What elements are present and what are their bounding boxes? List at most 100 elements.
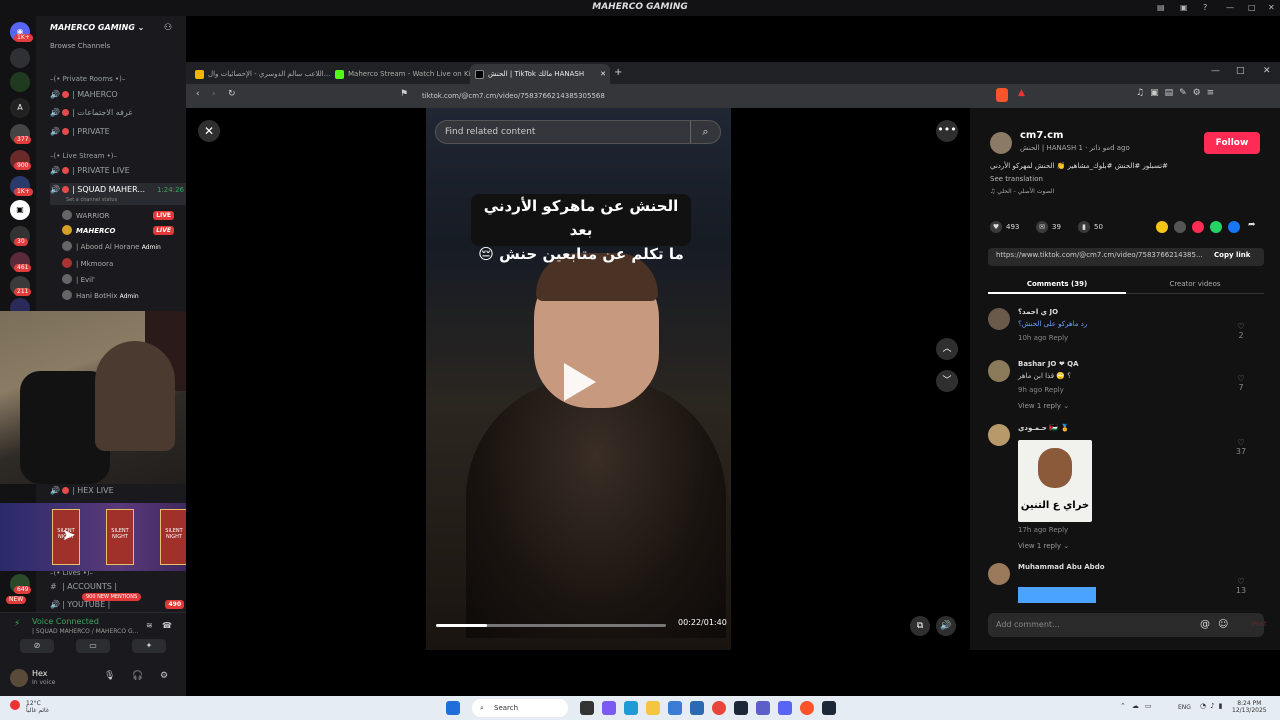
discord-icon[interactable] xyxy=(778,701,792,715)
comment-stat[interactable]: ✉ 39 xyxy=(1036,221,1061,233)
sound-label[interactable]: ♫ الصوت الأصلي - الحلي xyxy=(990,188,1054,195)
comment-author[interactable]: Bashar JO ❤ QA xyxy=(1018,360,1078,368)
avatar[interactable] xyxy=(988,360,1010,382)
author-handle[interactable]: cm7.cm xyxy=(1020,130,1063,141)
clock[interactable]: 8:24 PM 12/13/2025 xyxy=(1232,700,1267,714)
start-icon[interactable] xyxy=(446,701,460,715)
screen-share-icon[interactable]: ▭ xyxy=(76,639,110,653)
voice-channel-label[interactable]: | SQUAD MAHERCO / MAHERCO G... xyxy=(32,628,138,635)
extensions-icon[interactable]: ♫▣▤✎⚙≡ xyxy=(1136,88,1220,98)
more-icon[interactable]: ••• xyxy=(936,120,958,142)
channel-status[interactable]: Set a channel status xyxy=(66,193,117,205)
camera-off-icon[interactable]: ⊘ xyxy=(20,639,54,653)
tray-icons[interactable]: ⌃☁▭ xyxy=(1120,702,1157,710)
edge-icon[interactable] xyxy=(624,701,638,715)
minimize-icon[interactable]: — xyxy=(1226,3,1235,12)
pip-icon[interactable]: ⧉ xyxy=(910,616,930,636)
language-indicator[interactable]: ENG xyxy=(1178,704,1191,711)
store-icon[interactable] xyxy=(690,701,704,715)
mention-icon[interactable]: @ xyxy=(1200,613,1210,637)
see-translation[interactable]: See translation xyxy=(990,175,1043,183)
search-input[interactable]: Find related content ⌕ xyxy=(435,120,721,144)
tab-comments[interactable]: Comments (39) xyxy=(988,276,1126,294)
server-icon[interactable] xyxy=(10,48,30,68)
browse-channels[interactable]: Browse Channels xyxy=(50,42,110,50)
voice-member[interactable]: Hani BotHix Admin xyxy=(62,289,139,303)
settings-icon[interactable]: ⚙ xyxy=(160,671,168,681)
headphones-icon[interactable]: 🎧 xyxy=(132,671,143,681)
comment-author[interactable]: Muhammad Abu Abdo xyxy=(1018,563,1105,571)
tiktok-share-icon[interactable] xyxy=(1192,221,1204,233)
channel-private-live[interactable]: 🔊 | PRIVATE LIVE xyxy=(50,164,190,178)
bookmark-icon[interactable]: ⚑ xyxy=(400,89,408,99)
browser-tab-active[interactable]: الحنش | TikTok مالك HANASH ✕ xyxy=(470,64,610,84)
waveform-icon[interactable]: ≋ xyxy=(146,621,153,630)
maximize-icon[interactable]: □ xyxy=(1248,3,1257,12)
facebook-icon[interactable] xyxy=(1228,221,1240,233)
server-icon[interactable] xyxy=(10,72,30,92)
volume-icon[interactable]: 🔊 xyxy=(936,616,956,636)
voice-member[interactable]: | Abood Al Horane Admin xyxy=(62,240,161,254)
brave-shield-icon[interactable] xyxy=(996,88,1008,102)
server-icon[interactable]: ▣ xyxy=(10,200,30,220)
browser-tab[interactable]: اللاعب سالم الدوسري - الإحصائيات وال... xyxy=(190,64,330,84)
url-field[interactable]: tiktok.com/@cm7.cm/video/758376621438530… xyxy=(422,89,922,103)
mentions-badge[interactable]: 900 NEW MENTIONS xyxy=(82,593,142,601)
channel-private[interactable]: 🔊 | PRIVATE xyxy=(50,125,190,139)
comment-author[interactable]: ي احمد؟ JO xyxy=(1018,308,1058,316)
avatar[interactable] xyxy=(990,132,1012,154)
taskbar-search[interactable]: ⌕ Search xyxy=(472,699,568,717)
search-icon[interactable]: ⌕ xyxy=(690,121,720,143)
channel-squad[interactable]: 🔊 | SQUAD MAHER... 1:24:26 Set a channel st… xyxy=(50,183,190,205)
chrome-icon[interactable] xyxy=(712,701,726,715)
avatar[interactable] xyxy=(988,308,1010,330)
add-member-icon[interactable]: ⚇ xyxy=(164,23,172,33)
weather-widget[interactable]: 12°C غائم غالباً xyxy=(26,700,49,714)
microphone-icon[interactable]: 🎙 xyxy=(104,671,115,681)
copilot-icon[interactable] xyxy=(602,701,616,715)
minimize-icon[interactable]: — xyxy=(1211,66,1220,76)
add-comment-input[interactable]: Add comment... @ ☺ xyxy=(988,613,1264,637)
help-icon[interactable]: ? xyxy=(1203,3,1212,12)
channel-accounts[interactable]: # | ACCOUNTS | xyxy=(50,580,190,594)
browser-tab[interactable]: Maherco Stream - Watch Live on Kick xyxy=(330,64,470,84)
brave-icon[interactable] xyxy=(800,701,814,715)
comment-meta[interactable]: 9h ago Reply xyxy=(1018,386,1064,394)
voice-member[interactable]: WARRIOR LIVE xyxy=(62,209,180,223)
video-player[interactable]: الحنش عن ماهركو الأردني بعد ما تكلم عن م… xyxy=(426,108,731,650)
category-livestream[interactable]: –(• Live Stream •)– xyxy=(50,149,190,163)
emoji-icon[interactable]: ☺ xyxy=(1218,613,1228,637)
tab-creator-videos[interactable]: Creator videos xyxy=(1126,276,1264,294)
avatar[interactable] xyxy=(10,669,28,687)
avatar[interactable] xyxy=(988,424,1010,446)
comment-like[interactable]: ♡ 2 xyxy=(1234,322,1248,340)
close-icon[interactable]: ✕ xyxy=(1268,3,1277,12)
next-video-icon[interactable]: ﹀ xyxy=(936,370,958,392)
user-name[interactable]: Hex xyxy=(32,669,48,678)
task-view-icon[interactable] xyxy=(580,701,594,715)
comment-meta[interactable]: 10h ago Reply xyxy=(1018,334,1068,342)
comment-meta[interactable]: 17h ago Reply xyxy=(1018,526,1068,534)
comment-like[interactable]: ♡ 13 xyxy=(1234,577,1248,595)
voice-member[interactable]: MAHERCO LIVE xyxy=(62,224,180,238)
inbox-icon[interactable]: ▤ xyxy=(1157,3,1166,12)
steam-icon[interactable] xyxy=(822,701,836,715)
comment-author[interactable]: حـمـودي 🇯🇴 🏅 xyxy=(1018,424,1069,432)
reload-icon[interactable]: ↻ xyxy=(228,89,236,99)
channel-maherco[interactable]: 🔊 | MAHERCO xyxy=(50,88,190,102)
channel-meeting[interactable]: 🔊 | غرفه الاجتماعات xyxy=(50,106,190,120)
explorer-icon[interactable] xyxy=(646,701,660,715)
view-replies[interactable]: View 1 reply ⌄ xyxy=(1018,542,1069,550)
avatar[interactable] xyxy=(988,563,1010,585)
voice-connected-label[interactable]: Voice Connected xyxy=(32,617,99,626)
activities-icon[interactable]: ✦ xyxy=(132,639,166,653)
whatsapp-icon[interactable] xyxy=(1210,221,1222,233)
category-private[interactable]: –(• Private Rooms •)– xyxy=(50,72,190,86)
server-name[interactable]: MAHERCO GAMING ⌄ xyxy=(50,23,144,32)
disconnect-icon[interactable]: ☎ xyxy=(162,621,172,630)
network-volume-icons[interactable]: ◔♪▮ xyxy=(1200,702,1226,710)
close-icon[interactable]: ✕ xyxy=(1263,66,1271,76)
voice-member[interactable]: | Evil' xyxy=(62,273,95,287)
comment-like[interactable]: ♡ 37 xyxy=(1234,438,1248,456)
follow-button[interactable]: Follow xyxy=(1204,132,1260,154)
